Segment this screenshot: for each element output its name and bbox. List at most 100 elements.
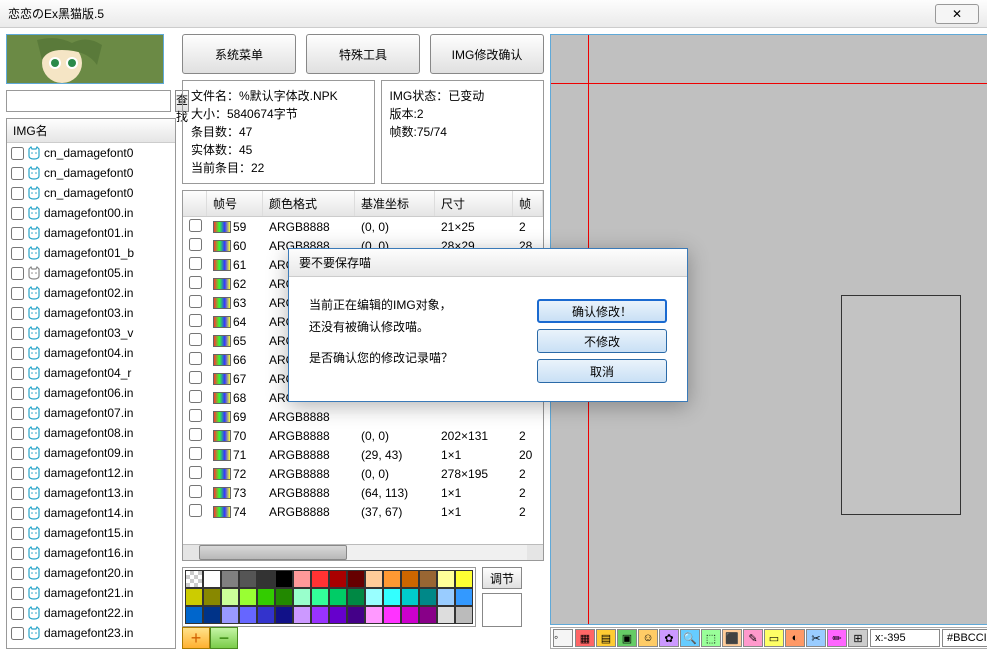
- tool-icon[interactable]: ✏: [827, 629, 847, 647]
- list-checkbox[interactable]: [11, 447, 24, 460]
- palette-swatch[interactable]: [203, 606, 221, 624]
- tool-icon[interactable]: ✿: [659, 629, 679, 647]
- palette-swatch[interactable]: [311, 588, 329, 606]
- palette-swatch[interactable]: [437, 588, 455, 606]
- palette-swatch[interactable]: [185, 588, 203, 606]
- list-item[interactable]: damagefont23.in: [7, 623, 175, 643]
- list-checkbox[interactable]: [11, 587, 24, 600]
- list-item[interactable]: damagefont06.in: [7, 383, 175, 403]
- palette-swatch[interactable]: [239, 606, 257, 624]
- row-checkbox[interactable]: [189, 238, 202, 251]
- img-confirm-button[interactable]: IMG修改确认: [430, 34, 544, 74]
- table-row[interactable]: 73ARGB8888(64, 113)1×12: [183, 483, 543, 502]
- row-checkbox[interactable]: [189, 447, 202, 460]
- search-input[interactable]: [6, 90, 171, 112]
- table-row[interactable]: 69ARGB8888: [183, 407, 543, 426]
- palette-swatch[interactable]: [419, 570, 437, 588]
- special-tools-button[interactable]: 特殊工具: [306, 34, 420, 74]
- list-checkbox[interactable]: [11, 627, 24, 640]
- palette-swatch[interactable]: [455, 606, 473, 624]
- tool-icon[interactable]: ▭: [764, 629, 784, 647]
- list-checkbox[interactable]: [11, 487, 24, 500]
- frame-table-hscroll[interactable]: [183, 544, 543, 560]
- palette-swatch[interactable]: [311, 570, 329, 588]
- list-item[interactable]: damagefont02.in: [7, 283, 175, 303]
- palette-swatch[interactable]: [347, 570, 365, 588]
- list-checkbox[interactable]: [11, 407, 24, 420]
- list-item[interactable]: damagefont03_v: [7, 323, 175, 343]
- list-item[interactable]: damagefont15.in: [7, 523, 175, 543]
- list-checkbox[interactable]: [11, 207, 24, 220]
- tool-icon[interactable]: ⊞: [848, 629, 868, 647]
- palette-swatch[interactable]: [293, 570, 311, 588]
- palette-swatch[interactable]: [275, 588, 293, 606]
- palette-swatch[interactable]: [347, 606, 365, 624]
- palette-swatch[interactable]: [455, 588, 473, 606]
- row-checkbox[interactable]: [189, 485, 202, 498]
- list-checkbox[interactable]: [11, 567, 24, 580]
- table-row[interactable]: 70ARGB8888(0, 0)202×1312: [183, 426, 543, 445]
- system-menu-button[interactable]: 系统菜单: [182, 34, 296, 74]
- list-checkbox[interactable]: [11, 287, 24, 300]
- palette-swatch[interactable]: [221, 606, 239, 624]
- color-palette[interactable]: [182, 567, 476, 627]
- list-item[interactable]: damagefont16.in: [7, 543, 175, 563]
- palette-swatch[interactable]: [239, 570, 257, 588]
- palette-add-button[interactable]: +: [182, 627, 210, 649]
- zoom-spinner[interactable]: ◦: [553, 629, 573, 647]
- dialog-no-button[interactable]: 不修改: [537, 329, 667, 353]
- palette-swatch[interactable]: [419, 606, 437, 624]
- list-item[interactable]: damagefont22.in: [7, 603, 175, 623]
- list-item[interactable]: damagefont14.in: [7, 503, 175, 523]
- palette-swatch[interactable]: [185, 570, 203, 588]
- list-item[interactable]: cn_damagefont0: [7, 163, 175, 183]
- palette-remove-button[interactable]: −: [210, 627, 238, 649]
- palette-swatch[interactable]: [221, 570, 239, 588]
- list-item[interactable]: damagefont07.in: [7, 403, 175, 423]
- tool-icon[interactable]: ◐: [785, 629, 805, 647]
- list-checkbox[interactable]: [11, 227, 24, 240]
- list-checkbox[interactable]: [11, 527, 24, 540]
- palette-swatch[interactable]: [203, 588, 221, 606]
- row-checkbox[interactable]: [189, 466, 202, 479]
- table-row[interactable]: 74ARGB8888(37, 67)1×12: [183, 502, 543, 521]
- row-checkbox[interactable]: [189, 371, 202, 384]
- palette-swatch[interactable]: [437, 606, 455, 624]
- row-checkbox[interactable]: [189, 390, 202, 403]
- list-item[interactable]: cn_damagefont0: [7, 143, 175, 163]
- tool-icon[interactable]: ▦: [575, 629, 595, 647]
- row-checkbox[interactable]: [189, 314, 202, 327]
- row-checkbox[interactable]: [189, 504, 202, 517]
- palette-swatch[interactable]: [221, 588, 239, 606]
- palette-swatch[interactable]: [275, 606, 293, 624]
- list-item[interactable]: damagefont00.in: [7, 203, 175, 223]
- list-item[interactable]: damagefont04_r: [7, 363, 175, 383]
- row-checkbox[interactable]: [189, 409, 202, 422]
- palette-swatch[interactable]: [329, 588, 347, 606]
- list-checkbox[interactable]: [11, 327, 24, 340]
- close-button[interactable]: ✕: [935, 4, 979, 24]
- list-item[interactable]: damagefont05.in: [7, 263, 175, 283]
- palette-swatch[interactable]: [293, 606, 311, 624]
- palette-swatch[interactable]: [239, 588, 257, 606]
- list-checkbox[interactable]: [11, 507, 24, 520]
- palette-swatch[interactable]: [257, 570, 275, 588]
- adjust-button[interactable]: 调节: [482, 567, 522, 589]
- palette-swatch[interactable]: [203, 570, 221, 588]
- list-item[interactable]: damagefont03.in: [7, 303, 175, 323]
- palette-swatch[interactable]: [257, 606, 275, 624]
- tool-icon[interactable]: ▣: [617, 629, 637, 647]
- list-item[interactable]: damagefont04.in: [7, 343, 175, 363]
- list-item[interactable]: damagefont20.in: [7, 563, 175, 583]
- list-checkbox[interactable]: [11, 267, 24, 280]
- palette-swatch[interactable]: [329, 606, 347, 624]
- tool-icon[interactable]: 🔍: [680, 629, 700, 647]
- palette-swatch[interactable]: [365, 588, 383, 606]
- list-item[interactable]: damagefont09.in: [7, 443, 175, 463]
- list-checkbox[interactable]: [11, 347, 24, 360]
- row-checkbox[interactable]: [189, 219, 202, 232]
- list-checkbox[interactable]: [11, 387, 24, 400]
- list-checkbox[interactable]: [11, 467, 24, 480]
- palette-swatch[interactable]: [329, 570, 347, 588]
- dialog-confirm-button[interactable]: 确认修改！: [537, 299, 667, 323]
